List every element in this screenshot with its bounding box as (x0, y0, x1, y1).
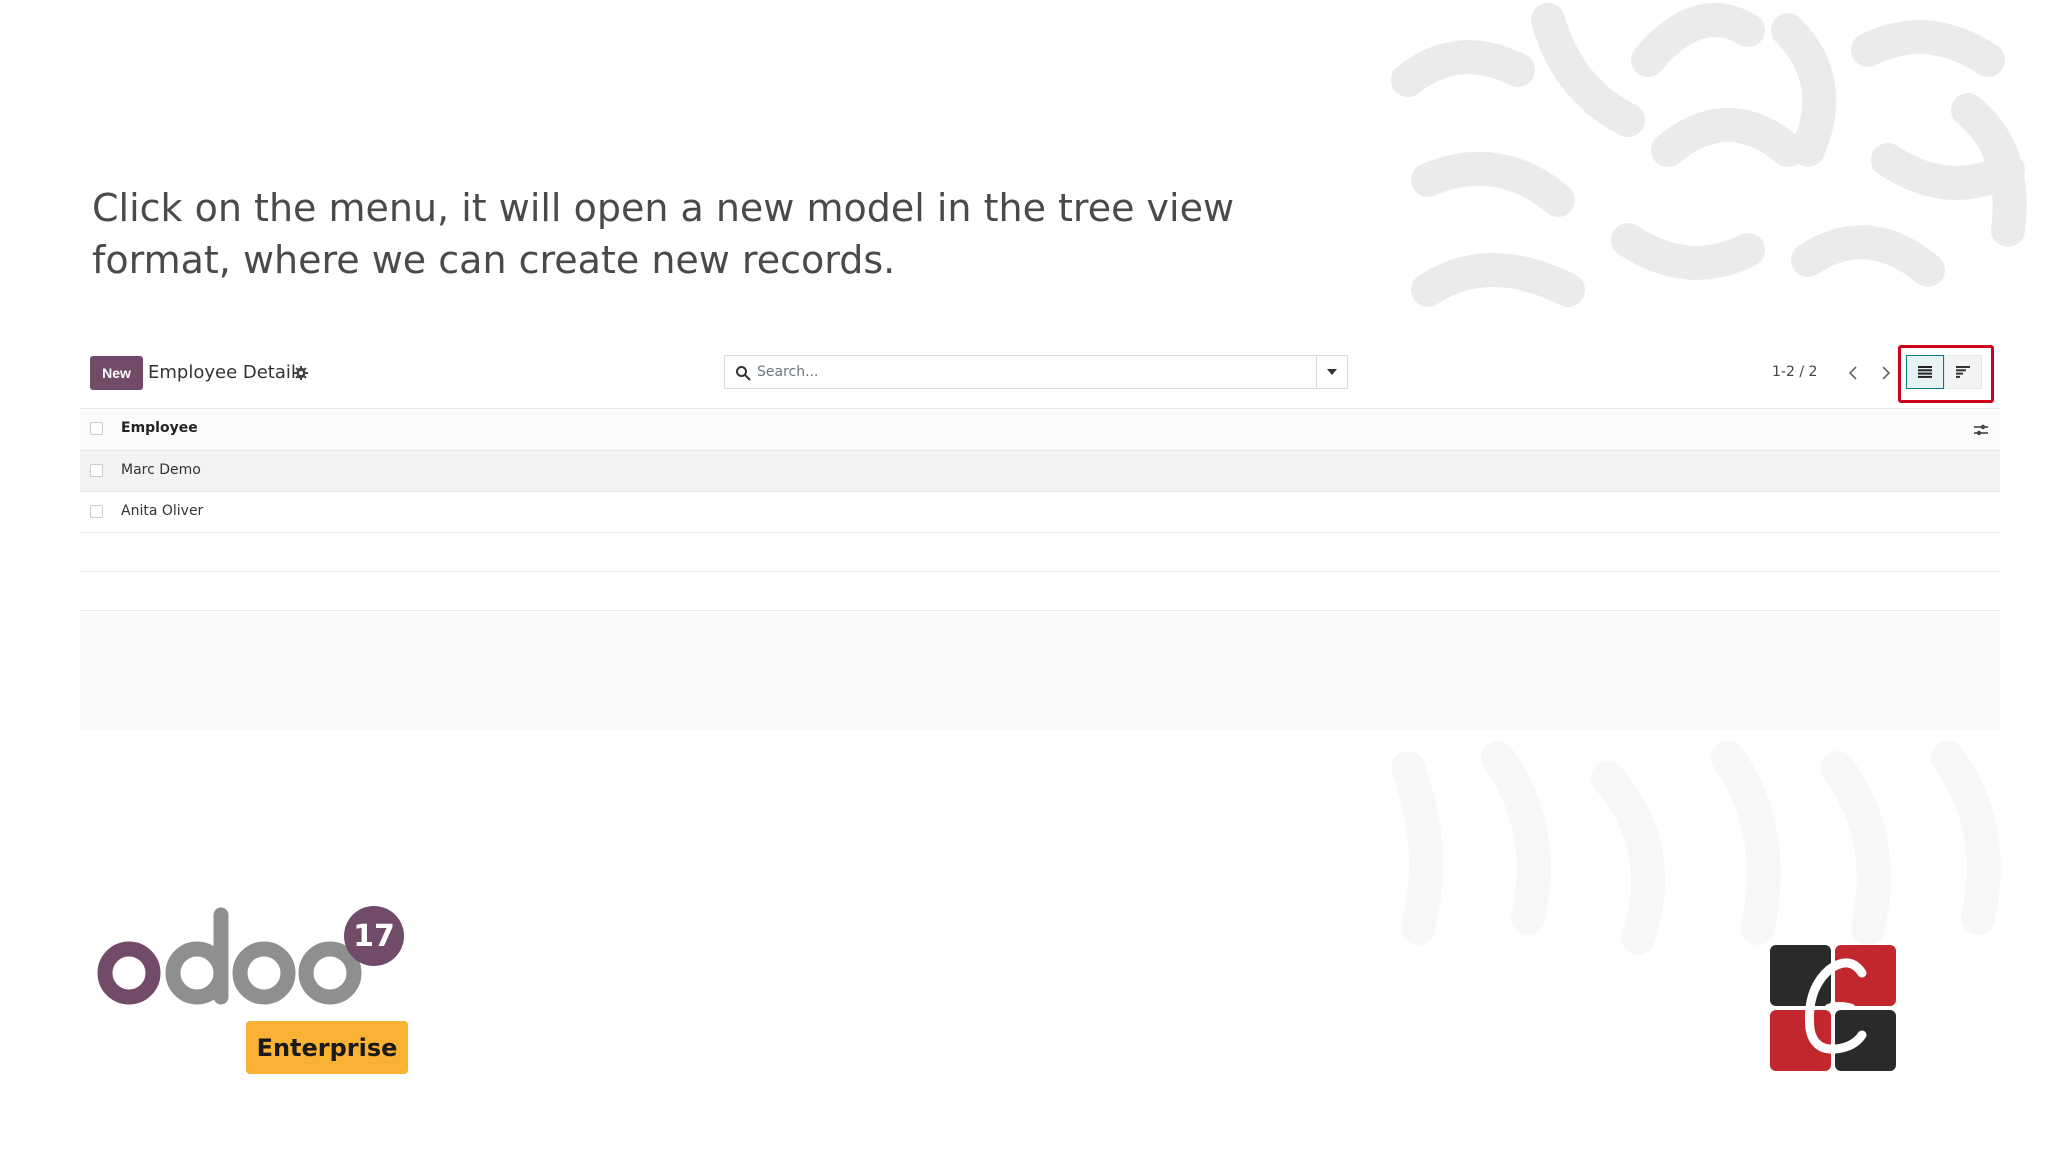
view-switcher-highlight (1898, 345, 1994, 403)
column-header-employee[interactable]: Employee (121, 420, 198, 436)
decorative-pattern-bottom (1391, 741, 2001, 955)
search-icon (736, 366, 751, 381)
page-title: Employee Details (148, 362, 306, 383)
table-row[interactable]: Marc Demo (80, 450, 2000, 491)
control-panel: New Employee Details 1 (80, 340, 2000, 408)
tutorial-caption: Click on the menu, it will open a new mo… (92, 182, 1292, 286)
row-checkbox[interactable] (90, 505, 103, 518)
search-input[interactable] (757, 356, 1297, 388)
table-row[interactable]: Anita Oliver (80, 491, 2000, 532)
row-checkbox[interactable] (90, 464, 103, 477)
pager-value[interactable]: 1-2 / 2 (1772, 364, 1817, 380)
pager-previous-button[interactable] (1840, 360, 1866, 386)
new-button[interactable]: New (90, 356, 143, 390)
caption-line-1: Click on the menu, it will open a new mo… (92, 186, 1235, 230)
search-options-toggle[interactable] (1316, 356, 1347, 388)
decorative-pattern-top (1391, 3, 2027, 307)
records-table: Employee Marc Demo Anita Oliver (80, 408, 2000, 649)
table-header-row: Employee (80, 408, 2000, 450)
empty-row (80, 571, 2000, 610)
gear-icon[interactable] (293, 365, 309, 381)
employee-name[interactable]: Marc Demo (121, 462, 201, 478)
pager-next-button[interactable] (1873, 360, 1899, 386)
search-bar (724, 355, 1348, 389)
select-all-checkbox[interactable] (90, 422, 103, 435)
empty-row (80, 610, 2000, 649)
version-badge: 17 (344, 906, 404, 966)
column-settings-icon[interactable] (1972, 421, 1990, 439)
odoo-list-view: New Employee Details 1 (80, 340, 2000, 730)
caption-line-2: format, where we can create new records. (92, 238, 896, 282)
employee-name[interactable]: Anita Oliver (121, 503, 203, 519)
chevron-right-icon (1882, 366, 1891, 380)
company-logo (1770, 945, 1896, 1071)
caret-down-icon (1327, 369, 1337, 375)
empty-row (80, 532, 2000, 571)
chevron-left-icon (1848, 366, 1857, 380)
enterprise-badge: Enterprise (246, 1021, 408, 1074)
